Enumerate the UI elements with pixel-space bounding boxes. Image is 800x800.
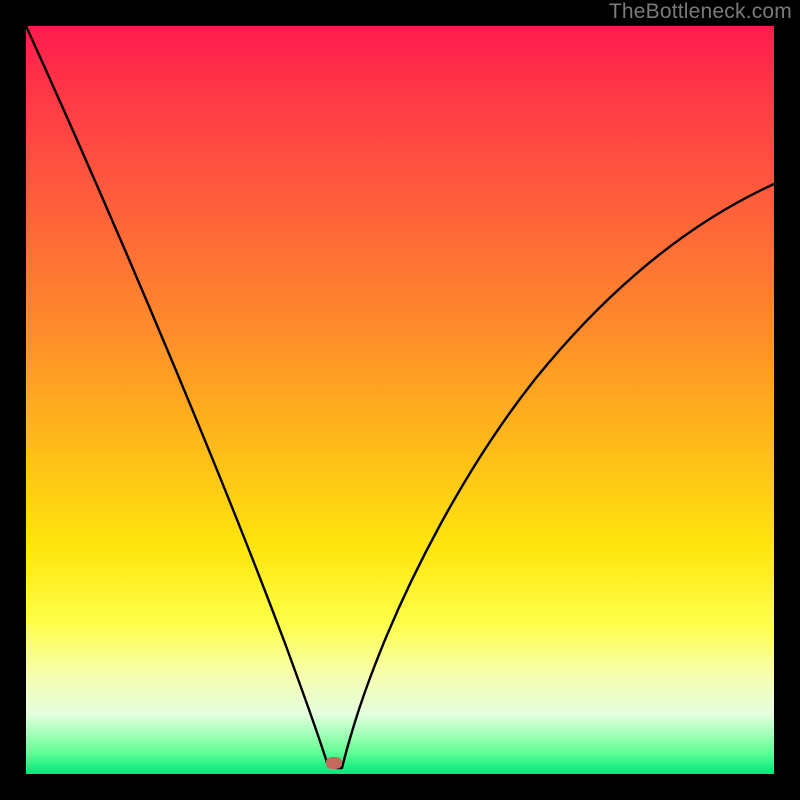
- chart-area: [26, 26, 774, 774]
- watermark-text: TheBottleneck.com: [609, 0, 792, 24]
- optimal-point-marker: [326, 757, 342, 769]
- curve-path: [26, 26, 774, 768]
- bottleneck-curve: [26, 26, 774, 774]
